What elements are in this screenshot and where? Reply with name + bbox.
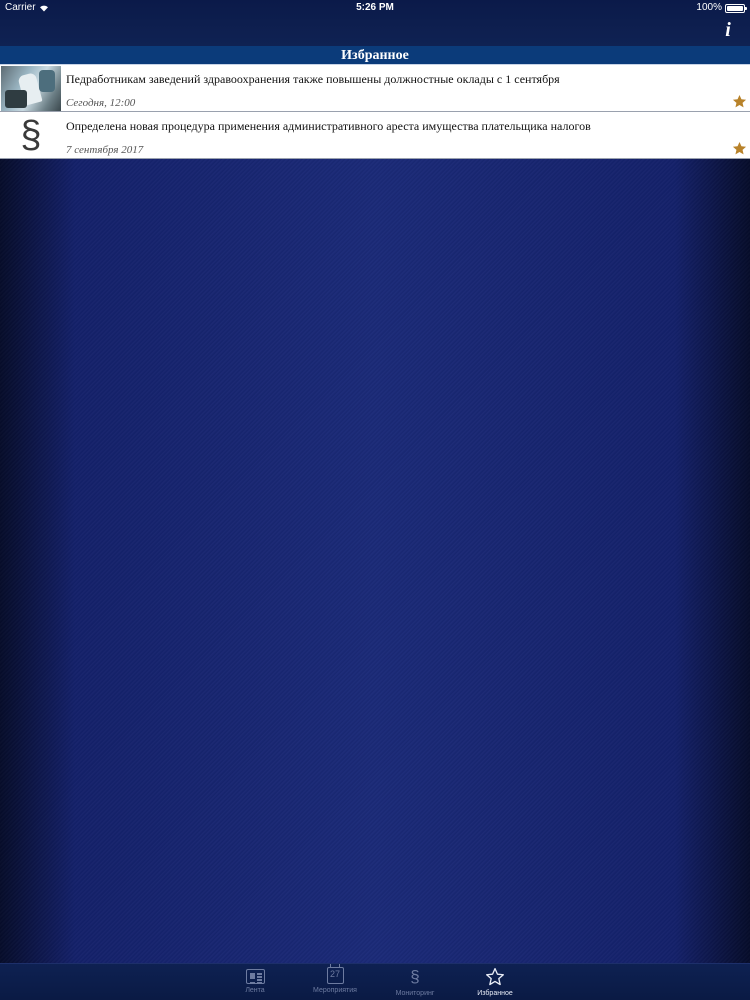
news-title: Определена новая процедура применения ад…	[66, 119, 591, 133]
news-date: 7 сентября 2017	[66, 144, 144, 156]
news-thumbnail	[1, 66, 61, 111]
list-item[interactable]: § Определена новая процедура применения …	[0, 112, 750, 159]
battery-icon	[725, 3, 747, 13]
battery-label: 100%	[696, 2, 722, 13]
calendar-icon: 27	[326, 964, 344, 984]
tab-label: Мониторинг	[395, 990, 435, 997]
star-icon	[484, 967, 506, 987]
news-icon	[245, 969, 265, 984]
list-item[interactable]: Педработникам заведений здравоохранения …	[0, 65, 750, 112]
tab-label: Избранное	[477, 990, 513, 997]
top-bar: Carrier 5:26 PM 100% i	[0, 0, 750, 46]
status-time: 5:26 PM	[356, 2, 394, 13]
status-bar: Carrier 5:26 PM 100%	[0, 0, 750, 16]
tab-events[interactable]: 27 Мероприятия	[295, 964, 375, 1000]
favorite-star-icon[interactable]	[732, 141, 747, 156]
paragraph-icon: §	[410, 967, 420, 986]
tab-label: Лента	[245, 987, 265, 994]
tab-feed[interactable]: Лента	[215, 964, 295, 1000]
news-title: Педработникам заведений здравоохранения …	[66, 72, 560, 86]
tab-label: Мероприятия	[313, 987, 357, 994]
paragraph-sign-icon: §	[20, 114, 42, 156]
tab-bar: Лента 27 Мероприятия § Мониторинг Избран…	[0, 963, 750, 1000]
favorites-list: Педработникам заведений здравоохранения …	[0, 65, 750, 159]
battery-indicator: 100%	[696, 0, 747, 16]
section-title: Избранное	[0, 46, 750, 65]
info-icon[interactable]: i	[722, 20, 734, 40]
tab-monitoring[interactable]: § Мониторинг	[375, 964, 455, 1000]
news-date: Сегодня, 12:00	[66, 97, 136, 109]
tab-favorites[interactable]: Избранное	[455, 964, 535, 1000]
favorite-star-icon[interactable]	[732, 94, 747, 109]
